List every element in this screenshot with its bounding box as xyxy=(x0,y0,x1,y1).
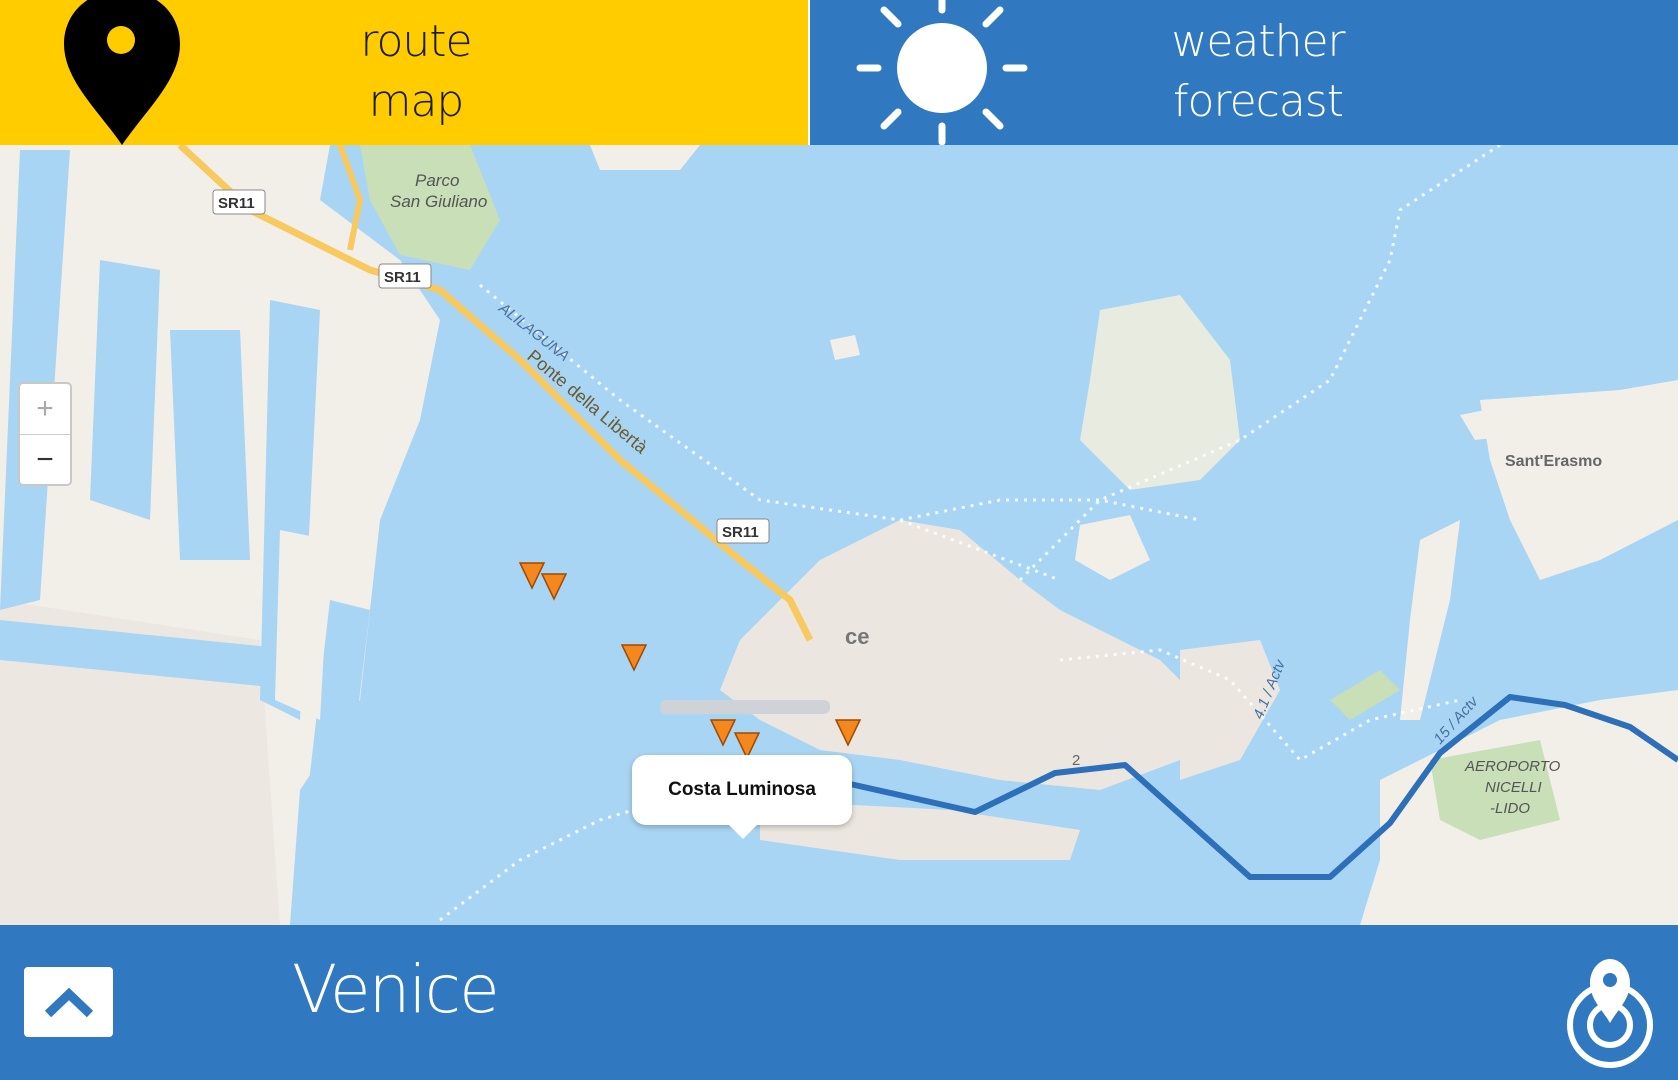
weather-forecast-label: weather forecast xyxy=(1171,16,1345,127)
ship-marker xyxy=(620,644,648,672)
ship-icon xyxy=(660,700,830,714)
locate-pin-icon[interactable] xyxy=(1560,943,1660,1068)
zoom-control: + − xyxy=(18,382,72,486)
sr11-label-b: SR11 xyxy=(384,269,421,286)
ship-marker xyxy=(518,562,546,590)
route-2-label: 2 xyxy=(1072,752,1080,769)
sun-icon xyxy=(856,0,1028,145)
zoom-out-button[interactable]: − xyxy=(20,435,70,485)
route-map-label: route map xyxy=(360,16,472,127)
ponte-label: Ponte della Libertà xyxy=(523,346,652,458)
zoom-in-button[interactable]: + xyxy=(20,384,70,435)
aeroporto-label-3: -LIDO xyxy=(1490,800,1530,817)
aeroporto-label-2: NICELLI xyxy=(1485,779,1542,796)
venice-partial-label: ce xyxy=(845,624,869,649)
parco-label: Parco xyxy=(415,171,459,190)
popup-title: Costa Luminosa xyxy=(668,779,816,800)
tab-route-map[interactable]: route map xyxy=(0,0,810,145)
sr11-label-a: SR11 xyxy=(218,195,255,212)
ship-marker xyxy=(540,573,568,601)
city-name: Venice xyxy=(292,951,500,1028)
map-view[interactable]: Parco San Giuliano Sant'Erasmo AEROPORTO… xyxy=(0,145,1678,925)
sr11-label-c: SR11 xyxy=(722,524,759,541)
expand-button[interactable] xyxy=(24,967,113,1037)
map-pin-icon xyxy=(64,0,180,145)
footer-bar: Venice xyxy=(0,925,1678,1080)
parco-label-2: San Giuliano xyxy=(390,192,487,211)
aeroporto-label: AEROPORTO xyxy=(1464,758,1561,775)
sant-erasmo-label: Sant'Erasmo xyxy=(1505,453,1602,470)
ship-marker xyxy=(709,719,737,747)
ship-popup: Costa Luminosa xyxy=(632,755,852,839)
chevron-up-icon xyxy=(44,987,93,1018)
